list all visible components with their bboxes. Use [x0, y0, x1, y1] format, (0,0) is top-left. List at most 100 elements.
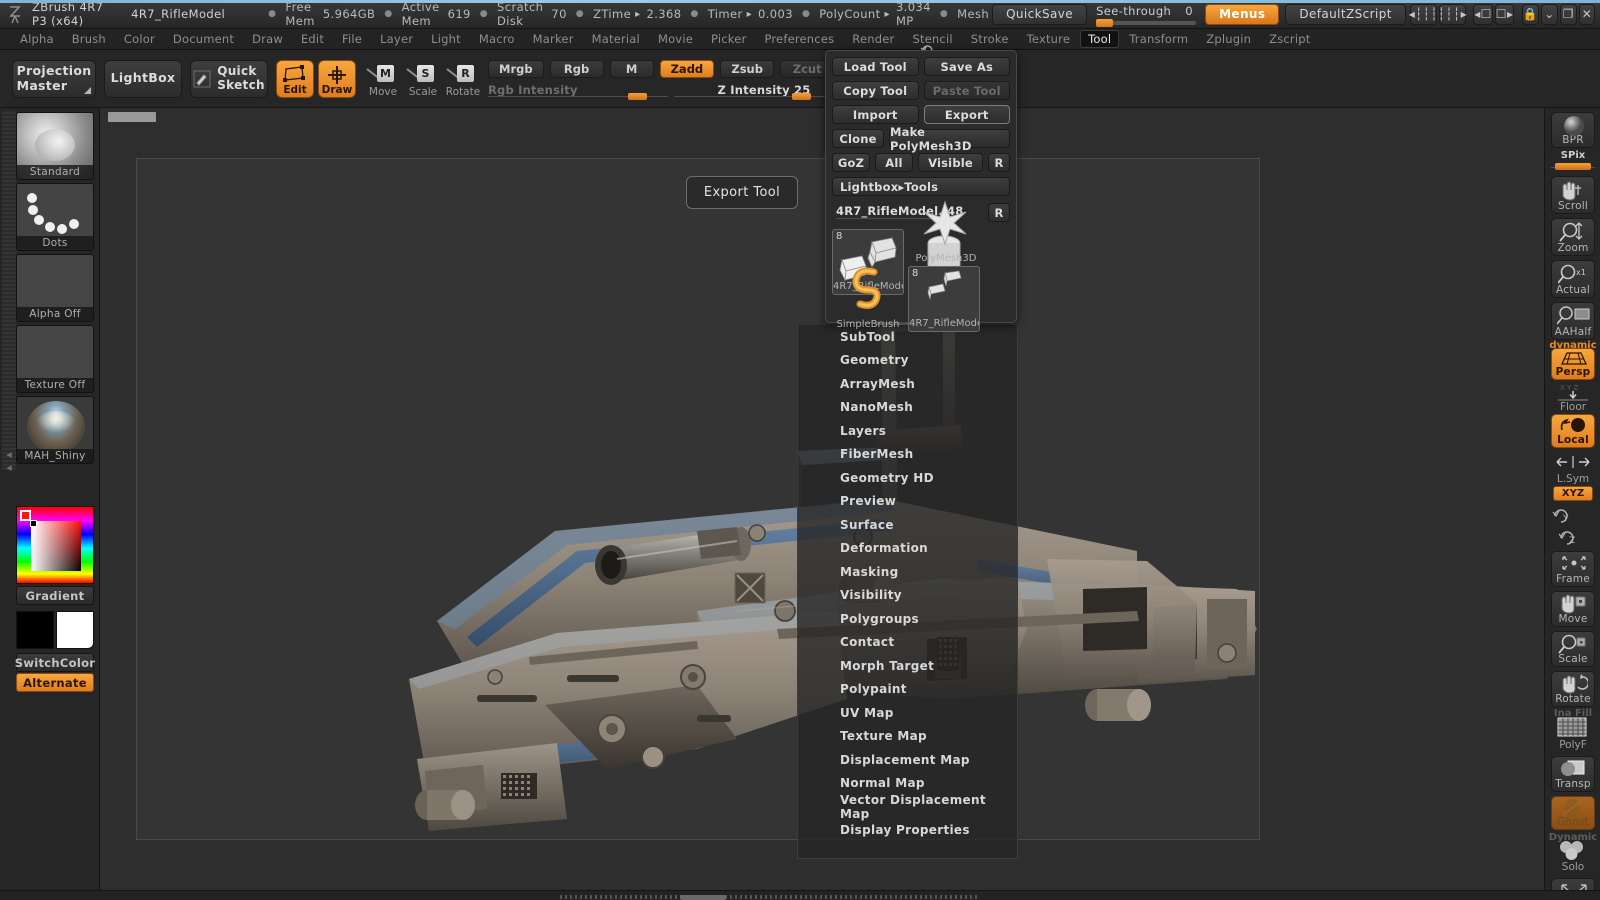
bottom-scroll-dots[interactable]: [560, 895, 980, 899]
tool-name-r-button[interactable]: R: [988, 203, 1010, 222]
zscript-button[interactable]: DefaultZScript: [1285, 3, 1406, 25]
minimize-icon[interactable]: ⌄: [1541, 3, 1558, 25]
tool-subpalette-uv-map[interactable]: UV Map: [798, 701, 1017, 725]
see-through-knob[interactable]: [1096, 18, 1114, 27]
main-color-swatch[interactable]: [16, 611, 54, 649]
menu-item-stroke[interactable]: Stroke: [963, 30, 1017, 48]
persp-button[interactable]: Persp: [1551, 348, 1595, 380]
tool-subpalette-surface[interactable]: Surface: [798, 513, 1017, 537]
menu-item-brush[interactable]: Brush: [64, 30, 114, 48]
projection-master-button[interactable]: Projection Master: [12, 59, 96, 98]
scale-tool-button[interactable]: S Scale: [404, 60, 442, 98]
menu-item-texture[interactable]: Texture: [1019, 30, 1079, 48]
left-collapse-arrows-icon[interactable]: ◂ ◂: [2, 448, 16, 474]
rotate-tool-button[interactable]: R Rotate: [444, 60, 482, 98]
switch-color-button[interactable]: SwitchColor: [15, 653, 95, 672]
menu-item-alpha[interactable]: Alpha: [12, 30, 62, 48]
tool-subpalette-morph-target[interactable]: Morph Target: [798, 654, 1017, 678]
alpha-thumbnail-button[interactable]: Alpha Off: [16, 254, 94, 322]
all-button[interactable]: All: [875, 153, 913, 172]
next-script-icon[interactable]: ┆┆┆▸: [1438, 3, 1467, 25]
visible-button[interactable]: Visible: [918, 153, 983, 172]
rgb-intensity-slider[interactable]: Rgb Intensity: [488, 83, 668, 100]
stroke-thumbnail-button[interactable]: Dots: [16, 183, 94, 251]
menu-item-layer[interactable]: Layer: [372, 30, 421, 48]
prev-script-icon[interactable]: ◂┆┆┆: [1409, 3, 1438, 25]
menu-item-picker[interactable]: Picker: [703, 30, 754, 48]
rotate-gizmo-button[interactable]: Rotate: [1551, 671, 1595, 707]
local-symmetry-button[interactable]: L.Sym: [1551, 454, 1595, 486]
move-gizmo-button[interactable]: Move: [1551, 591, 1595, 627]
menu-item-transform[interactable]: Transform: [1121, 30, 1196, 48]
tool-thumb-simplebrush[interactable]: SimpleBrush: [832, 266, 904, 332]
menu-item-zplugin[interactable]: Zplugin: [1198, 30, 1259, 48]
menu-item-document[interactable]: Document: [165, 30, 242, 48]
load-tool-button[interactable]: Load Tool: [832, 57, 919, 76]
material-thumbnail-button[interactable]: MAH_Shiny: [16, 396, 94, 464]
goz-button[interactable]: GoZ: [832, 153, 870, 172]
secondary-color-swatch[interactable]: [56, 611, 94, 649]
tool-thumb-rifle-small[interactable]: 8 4R7_RifleModel: [908, 266, 980, 332]
menu-item-tool[interactable]: Tool: [1080, 30, 1120, 48]
frame-button[interactable]: Frame: [1551, 551, 1595, 587]
rotate-y-button[interactable]: Y: [1551, 506, 1595, 528]
bottom-scroll-knob[interactable]: [680, 895, 726, 900]
rgb-chip[interactable]: Rgb: [549, 60, 604, 78]
gradient-button[interactable]: Gradient: [16, 586, 94, 605]
zoom-button[interactable]: Zoom: [1551, 218, 1595, 256]
tool-subpalette-polypaint[interactable]: Polypaint: [798, 678, 1017, 702]
menu-item-file[interactable]: File: [334, 30, 370, 48]
menu-item-material[interactable]: Material: [584, 30, 648, 48]
spix-slider-knob[interactable]: [1555, 163, 1591, 170]
menu-item-light[interactable]: Light: [423, 30, 469, 48]
tool-thumb-polymesh3d[interactable]: PolyMesh3D: [910, 200, 982, 266]
tool-subpalette-preview[interactable]: Preview: [798, 490, 1017, 514]
tool-subpalette-texture-map[interactable]: Texture Map: [798, 725, 1017, 749]
tool-subpalette-contact[interactable]: Contact: [798, 631, 1017, 655]
move-tool-button[interactable]: M Move: [364, 60, 402, 98]
mrgb-chip[interactable]: Mrgb: [488, 60, 544, 78]
tool-subpalette-geometry-hd[interactable]: Geometry HD: [798, 466, 1017, 490]
tool-subpalette-masking[interactable]: Masking: [798, 560, 1017, 584]
tool-subpalette-fibermesh[interactable]: FiberMesh: [798, 443, 1017, 467]
menu-item-draw[interactable]: Draw: [244, 30, 291, 48]
rifle-model-render[interactable]: [137, 159, 1260, 840]
xyz-axis-button[interactable]: XYZ: [1553, 486, 1593, 501]
menu-item-marker[interactable]: Marker: [525, 30, 582, 48]
floor-button[interactable]: X Y Z Floor: [1551, 382, 1595, 414]
aahalf-button[interactable]: AAHalf: [1551, 302, 1595, 340]
maximize-icon[interactable]: ❐: [1559, 3, 1577, 25]
make-polymesh3d-button[interactable]: Make PolyMesh3D: [889, 125, 1010, 153]
tool-subpalette-display-properties[interactable]: Display Properties: [798, 819, 1017, 843]
menu-item-zscript[interactable]: Zscript: [1261, 30, 1318, 48]
local-button[interactable]: Local: [1551, 414, 1595, 448]
saturation-value-field[interactable]: [31, 521, 81, 571]
document-canvas[interactable]: [136, 158, 1260, 840]
tool-subpalette-arraymesh[interactable]: ArrayMesh: [798, 372, 1017, 396]
tool-subpalette-geometry[interactable]: Geometry: [798, 349, 1017, 373]
edit-mode-button[interactable]: Edit: [276, 59, 314, 98]
export-button[interactable]: Export: [923, 105, 1010, 124]
menu-item-color[interactable]: Color: [116, 30, 163, 48]
solo-button[interactable]: Solo: [1551, 840, 1595, 874]
tool-subpalette-visibility[interactable]: Visibility: [798, 584, 1017, 608]
tile-window-icon[interactable]: ☐▸: [1494, 3, 1515, 25]
lightbox-button[interactable]: LightBox: [104, 59, 182, 98]
color-picker[interactable]: [16, 506, 94, 584]
alternate-button[interactable]: Alternate: [16, 673, 94, 692]
scale-gizmo-button[interactable]: Scale: [1551, 631, 1595, 667]
bpr-render-button[interactable]: BPR: [1551, 112, 1595, 148]
menu-item-macro[interactable]: Macro: [471, 30, 523, 48]
document-tab[interactable]: [108, 112, 156, 122]
lightbox-tools-button[interactable]: Lightbox▸Tools: [832, 177, 1010, 196]
tool-subpalette-vector-displacement-map[interactable]: Vector Displacement Map: [798, 793, 1017, 821]
polyframe-button[interactable]: PolyF: [1551, 716, 1595, 752]
tool-subpalette-normal-map[interactable]: Normal Map: [798, 772, 1017, 796]
clone-button[interactable]: Clone: [832, 129, 884, 148]
restore-window-icon[interactable]: ◂☐: [1473, 3, 1493, 25]
menu-item-edit[interactable]: Edit: [293, 30, 332, 48]
canvas-area[interactable]: [100, 108, 1296, 900]
visible-r-button[interactable]: R: [988, 153, 1010, 172]
m-chip[interactable]: M: [609, 60, 654, 78]
menu-item-preferences[interactable]: Preferences: [756, 30, 842, 48]
